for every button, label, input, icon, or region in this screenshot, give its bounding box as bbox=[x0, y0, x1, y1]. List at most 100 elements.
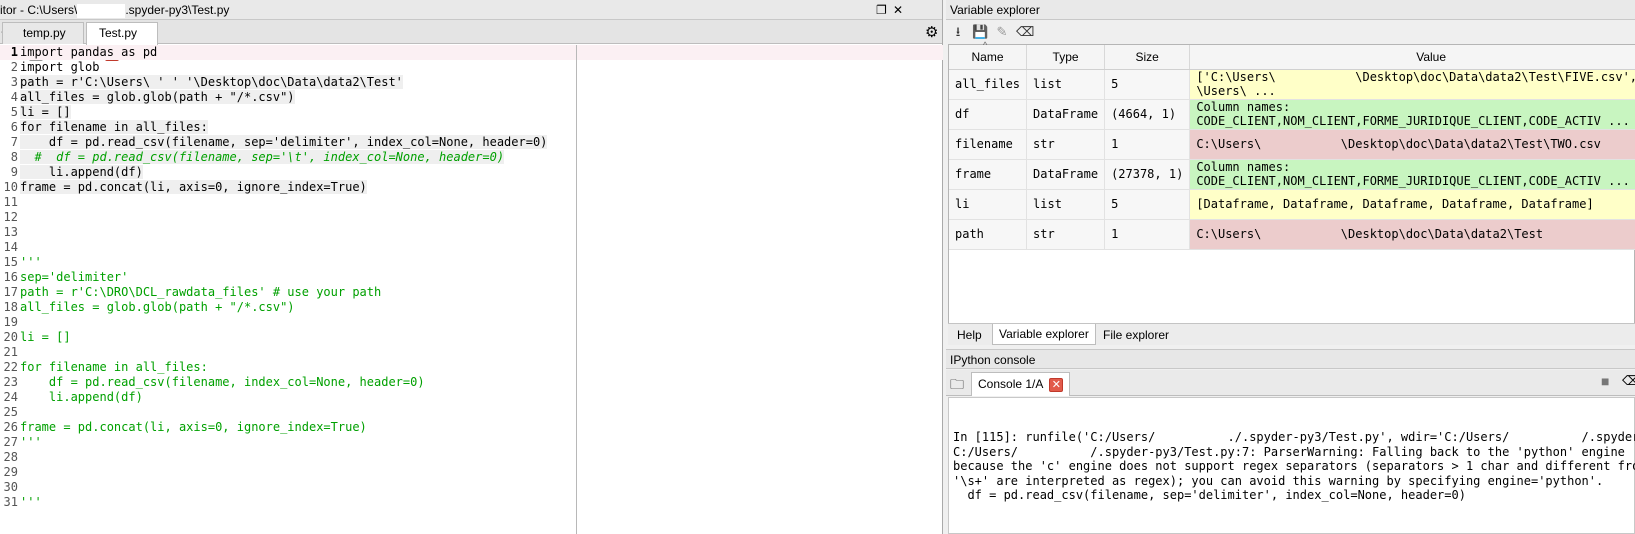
line-number: 22 bbox=[3, 360, 18, 374]
code-line[interactable]: 25 bbox=[0, 405, 943, 420]
cell-type[interactable]: DataFrame bbox=[1026, 99, 1106, 130]
code-line[interactable]: 8 # df = pd.read_csv(filename, sep='\t',… bbox=[0, 150, 943, 165]
code-line[interactable]: 6 for filename in all_files: bbox=[0, 120, 943, 135]
code-line[interactable]: 23 df = pd.read_csv(filename, index_col=… bbox=[0, 375, 943, 390]
table-row[interactable]: li list 5 [Dataframe, Dataframe, Dataframe,… bbox=[949, 189, 1635, 220]
stop-icon[interactable]: ■ bbox=[1601, 373, 1609, 389]
code-line[interactable]: 20 li = [] bbox=[0, 330, 943, 345]
save-as-icon[interactable]: ✎ bbox=[994, 24, 1010, 40]
code-line[interactable]: 21 bbox=[0, 345, 943, 360]
table-row[interactable]: path str 1 C:\Users\ \Desktop\doc\Data\data… bbox=[949, 219, 1635, 250]
save-icon[interactable]: 💾 bbox=[972, 24, 988, 40]
code-line[interactable]: 11 bbox=[0, 195, 943, 210]
code-line[interactable]: 1 import pandas as pd bbox=[0, 45, 943, 60]
import-data-icon[interactable]: ⭳ bbox=[950, 24, 966, 40]
cell-type[interactable]: str bbox=[1026, 219, 1106, 250]
code-line[interactable]: 5 li = [] bbox=[0, 105, 943, 120]
editor-pane: itor - C:\Users\ .spyder-py3\Test.py ❐ ✕ … bbox=[0, 0, 943, 534]
code-text: # df = pd.read_csv(filename, sep='\t', i… bbox=[20, 150, 505, 164]
column-header-name[interactable]: ^ Name bbox=[949, 40, 1028, 70]
editor-title-suffix: .spyder-py3\Test.py bbox=[125, 3, 230, 17]
cell-type[interactable]: DataFrame bbox=[1026, 159, 1106, 190]
cell-size[interactable]: (27378, 1) bbox=[1104, 159, 1191, 190]
undock-icon[interactable]: ❐ bbox=[876, 0, 887, 19]
code-line[interactable]: 2 import glob bbox=[0, 60, 943, 75]
tab-temp-py[interactable]: temp.py✕ bbox=[2, 22, 84, 61]
code-line[interactable]: 7 df = pd.read_csv(filename, sep='delimi… bbox=[0, 135, 943, 150]
cell-size[interactable]: 1 bbox=[1104, 129, 1191, 160]
cell-value[interactable]: C:\Users\ \Desktop\doc\Data\data2\Test\T… bbox=[1189, 129, 1635, 160]
cell-size[interactable]: 1 bbox=[1104, 219, 1191, 250]
column-header-value[interactable]: Value bbox=[1189, 45, 1635, 70]
code-line[interactable]: 24 li.append(df) bbox=[0, 390, 943, 405]
code-line[interactable]: 16 sep='delimiter' bbox=[0, 270, 943, 285]
line-number: 29 bbox=[3, 465, 18, 479]
code-line[interactable]: 26 frame = pd.concat(li, axis=0, ignore_i… bbox=[0, 420, 943, 435]
cell-size[interactable]: 5 bbox=[1104, 189, 1191, 220]
cell-type[interactable]: list bbox=[1026, 69, 1106, 100]
code-line[interactable]: 22 for filename in all_files: bbox=[0, 360, 943, 375]
cell-name[interactable]: filename bbox=[949, 129, 1028, 160]
tab-variable-explorer[interactable]: Variable explorer bbox=[992, 324, 1096, 345]
cell-name[interactable]: all_files bbox=[949, 69, 1028, 100]
code-line[interactable]: 10 frame = pd.concat(li, axis=0, ignore_i… bbox=[0, 180, 943, 195]
cell-type[interactable]: list bbox=[1026, 189, 1106, 220]
cell-size[interactable]: (4664, 1) bbox=[1104, 99, 1191, 130]
clear-console-icon[interactable]: ⌫ bbox=[1622, 373, 1635, 389]
cell-name[interactable]: df bbox=[949, 99, 1028, 130]
cell-value[interactable]: [Dataframe, Dataframe, Dataframe, Datafr… bbox=[1189, 189, 1635, 220]
tab-test-py[interactable]: Test.py✕ bbox=[86, 22, 158, 61]
cell-value[interactable]: C:\Users\ \Desktop\doc\Data\data2\Test bbox=[1189, 219, 1635, 250]
code-line[interactable]: 4 all_files = glob.glob(path + "/*.csv") bbox=[0, 90, 943, 105]
cell-name[interactable]: frame bbox=[949, 159, 1028, 190]
tab-close-icon[interactable]: ✕ bbox=[1049, 377, 1064, 392]
gear-icon[interactable]: ⚙ bbox=[925, 23, 938, 41]
cell-value[interactable]: Column names: CODE_CLIENT,NOM_CLIENT,FOR… bbox=[1189, 159, 1635, 190]
redacted-block bbox=[77, 3, 126, 18]
table-row[interactable]: df DataFrame (4664, 1) Column names: CODE_C… bbox=[949, 99, 1635, 130]
code-line[interactable]: 19 bbox=[0, 315, 943, 330]
column-header-size[interactable]: Size bbox=[1104, 45, 1191, 70]
folder-icon[interactable]: 🗀 bbox=[950, 374, 964, 398]
cell-name[interactable]: path bbox=[949, 219, 1028, 250]
code-line[interactable]: 9 li.append(df) bbox=[0, 165, 943, 180]
line-number: 26 bbox=[3, 420, 18, 434]
line-number: 10 bbox=[3, 180, 18, 194]
column-header-type[interactable]: Type bbox=[1026, 45, 1106, 70]
close-icon[interactable]: ✕ bbox=[893, 0, 903, 19]
code-line[interactable]: 27 ''' bbox=[0, 435, 943, 450]
erase-icon[interactable]: ⌫ bbox=[1016, 24, 1034, 40]
tab-help[interactable]: Help bbox=[950, 324, 989, 345]
code-text: li = [] bbox=[20, 330, 71, 344]
console-output[interactable]: In [115]: runfile('C:/Users/ ./.spyder-p… bbox=[948, 397, 1635, 534]
cell-value[interactable]: Column names: CODE_CLIENT,NOM_CLIENT,FOR… bbox=[1189, 99, 1635, 130]
cell-type[interactable]: str bbox=[1026, 129, 1106, 160]
cell-size[interactable]: 5 bbox=[1104, 69, 1191, 100]
code-line[interactable]: 30 bbox=[0, 480, 943, 495]
code-text: import pandas as pd bbox=[20, 45, 158, 59]
code-line[interactable]: 17 path = r'C:\DRO\DCL_rawdata_files' # u… bbox=[0, 285, 943, 300]
code-line[interactable]: 18 all_files = glob.glob(path + "/*.csv") bbox=[0, 300, 943, 315]
code-line[interactable]: 28 bbox=[0, 450, 943, 465]
code-line[interactable]: 14 bbox=[0, 240, 943, 255]
code-area[interactable]: 1 import pandas as pd 2 import glob 3 path = … bbox=[0, 45, 943, 534]
tab-console[interactable]: Console 1/A ✕ bbox=[971, 372, 1071, 396]
tab-file-explorer[interactable]: File explorer bbox=[1096, 324, 1176, 345]
code-line[interactable]: 13 bbox=[0, 225, 943, 240]
cell-value[interactable]: ['C:\Users\ \Desktop\doc\Data\data2\Test… bbox=[1189, 69, 1635, 100]
code-line[interactable]: 31 ''' bbox=[0, 495, 943, 510]
table-row[interactable]: frame DataFrame (27378, 1) Column names: CO… bbox=[949, 159, 1635, 190]
code-text: li.append(df) bbox=[20, 390, 143, 404]
cell-name[interactable]: li bbox=[949, 189, 1028, 220]
code-line[interactable]: 3 path = r'C:\Users\ ' ' '\Desktop\doc\Da… bbox=[0, 75, 943, 90]
code-line[interactable]: 15 ''' bbox=[0, 255, 943, 270]
table-row[interactable]: filename str 1 C:\Users\ \Desktop\doc\Data\… bbox=[949, 129, 1635, 160]
code-text: path = r'C:\Users\ ' ' '\Desktop\doc\Dat… bbox=[20, 75, 403, 89]
line-number: 11 bbox=[3, 195, 18, 209]
table-row[interactable]: all_files list 5 ['C:\Users\ \Desktop\doc\D… bbox=[949, 69, 1635, 100]
code-line[interactable]: 12 bbox=[0, 210, 943, 225]
code-line[interactable]: 29 bbox=[0, 465, 943, 480]
edge-line bbox=[576, 45, 577, 534]
code-text: ''' bbox=[20, 435, 42, 449]
right-bottom-tabbar: Help Variable explorer File explorer bbox=[948, 323, 1635, 345]
